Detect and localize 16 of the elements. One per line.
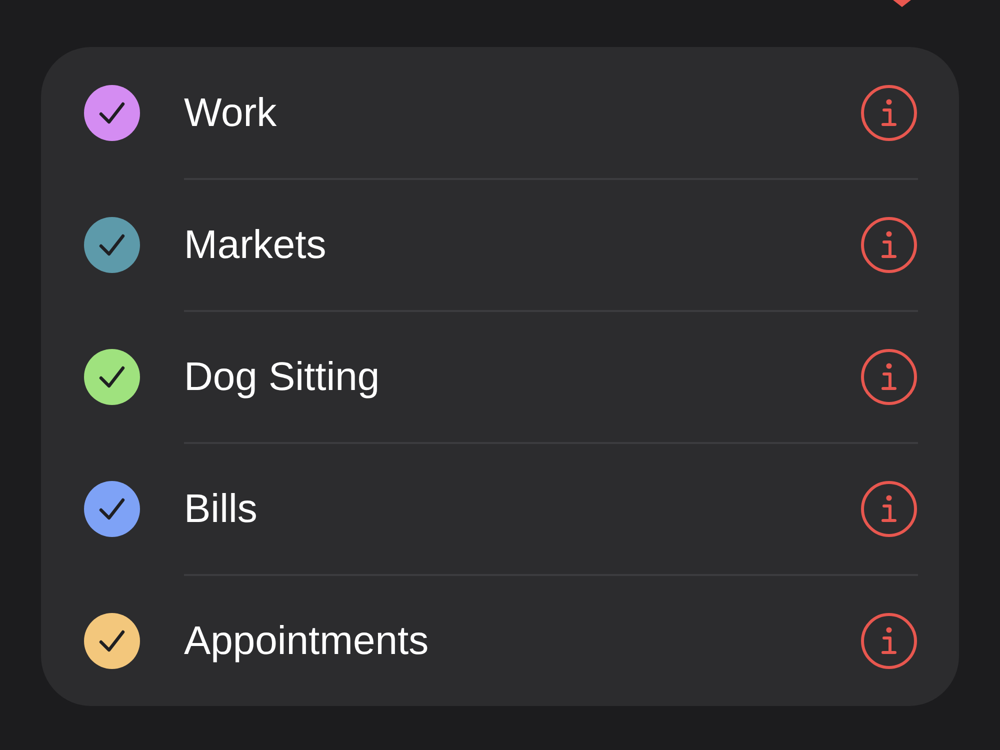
list-name[interactable]: Markets (184, 221, 326, 269)
list-name[interactable]: Work (184, 88, 277, 136)
triangle-icon[interactable] (893, 0, 911, 7)
info-icon[interactable] (861, 349, 917, 405)
list-name[interactable]: Dog Sitting (184, 353, 380, 401)
checkmark-circle-icon[interactable] (84, 349, 140, 405)
info-icon[interactable] (861, 84, 917, 140)
info-icon[interactable] (861, 613, 917, 669)
info-icon[interactable] (861, 217, 917, 273)
list-name[interactable]: Bills (184, 485, 258, 533)
checkmark-circle-icon[interactable] (84, 481, 140, 537)
checkmark-circle-icon[interactable] (84, 613, 140, 669)
info-icon[interactable] (861, 481, 917, 537)
list-name[interactable]: Appointments (184, 617, 429, 665)
checkmark-circle-icon[interactable] (84, 217, 140, 273)
checkmark-circle-icon[interactable] (84, 84, 140, 140)
